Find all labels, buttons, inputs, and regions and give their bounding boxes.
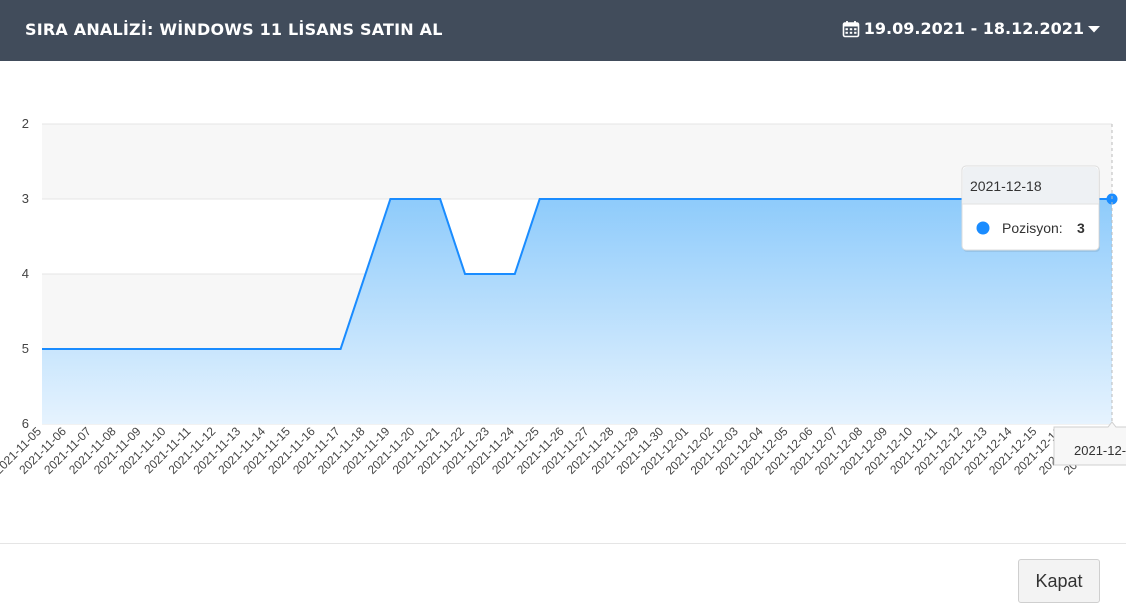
tooltip-series-label: Pozisyon: (1002, 220, 1063, 236)
crosshair-label-text: 2021-12-18 (1074, 443, 1126, 458)
data-point (412, 196, 418, 202)
data-point (313, 346, 319, 352)
data-point (362, 271, 368, 277)
plot-band (42, 124, 1112, 199)
data-point (711, 196, 717, 202)
data-point (761, 196, 767, 202)
close-button[interactable]: Kapat (1018, 559, 1100, 603)
footer-divider (0, 543, 1126, 544)
data-point (810, 196, 816, 202)
data-point (586, 196, 592, 202)
y-tick-label: 4 (22, 266, 29, 281)
data-point (39, 346, 45, 352)
data-point (387, 196, 393, 202)
data-point (163, 346, 169, 352)
data-point (860, 196, 866, 202)
data-point (686, 196, 692, 202)
data-point (611, 196, 617, 202)
tooltip-value: 3 (1077, 220, 1085, 236)
tooltip: 2021-12-18 Pozisyon: 3 (961, 165, 1100, 252)
calendar-icon (842, 20, 860, 37)
data-point (263, 346, 269, 352)
tooltip-series-marker (976, 221, 990, 235)
data-point (786, 196, 792, 202)
data-point (338, 346, 344, 352)
y-tick-label: 3 (22, 191, 29, 206)
data-point (487, 271, 493, 277)
data-point (512, 271, 518, 277)
data-point (885, 196, 891, 202)
data-point (238, 346, 244, 352)
y-tick-label: 2 (22, 116, 29, 131)
modal-header: SIRA ANALİZİ: WİNDOWS 11 LİSANS SATIN AL… (0, 0, 1126, 61)
data-point (64, 346, 70, 352)
data-point (89, 346, 95, 352)
position-chart: 234562021-11-052021-11-062021-11-072021-… (0, 116, 1126, 478)
data-point (562, 196, 568, 202)
caret-down-icon (1088, 25, 1100, 32)
date-range-picker[interactable]: 19.09.2021 - 18.12.2021 (842, 19, 1100, 38)
data-point (288, 346, 294, 352)
data-point (835, 196, 841, 202)
data-point (437, 196, 443, 202)
crosshair-label: 2021-12-18 (1053, 421, 1126, 466)
y-tick-label: 5 (22, 341, 29, 356)
data-point (114, 346, 120, 352)
y-tick-label: 6 (22, 416, 29, 431)
data-point (910, 196, 916, 202)
modal-title: SIRA ANALİZİ: WİNDOWS 11 LİSANS SATIN AL (25, 20, 443, 39)
tooltip-date: 2021-12-18 (970, 178, 1042, 194)
date-range-text: 19.09.2021 - 18.12.2021 (863, 19, 1084, 38)
data-point (661, 196, 667, 202)
data-point (213, 346, 219, 352)
data-point (935, 196, 941, 202)
chart-area: 2 3 4 5 6 2021-11-05 2021-11-06 2021-11-07 2021-… (0, 61, 1126, 541)
data-point (736, 196, 742, 202)
data-point (462, 271, 468, 277)
data-point (636, 196, 642, 202)
data-point (188, 346, 194, 352)
data-point (537, 196, 543, 202)
data-point (139, 346, 145, 352)
